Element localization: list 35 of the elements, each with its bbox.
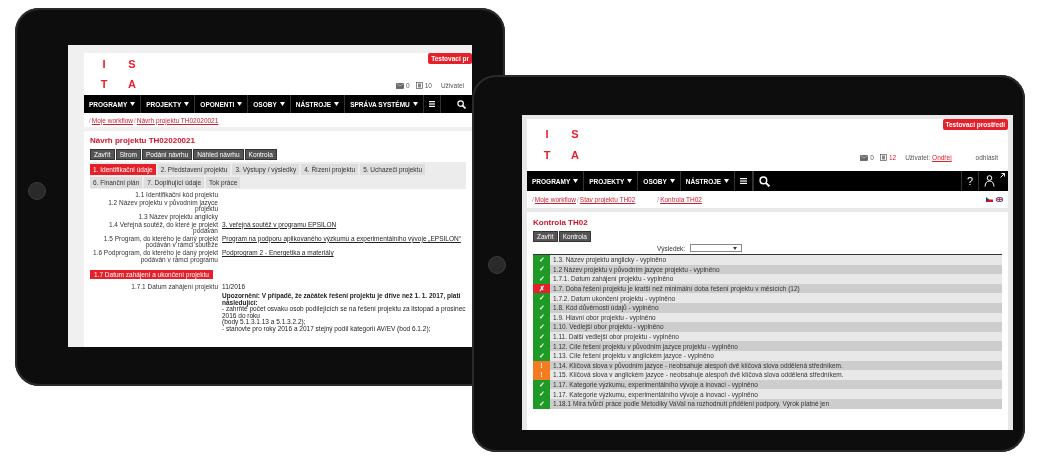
caret-icon (733, 246, 738, 250)
caret-icon[interactable] (130, 102, 136, 106)
search-icon[interactable] (457, 99, 466, 109)
caret-icon[interactable] (627, 179, 633, 183)
page-title: Návrh projektu TH02020021 (90, 136, 196, 145)
logo-letter: A (127, 78, 137, 90)
logo-letter: T (542, 150, 552, 161)
logo-letter: I (544, 129, 550, 140)
logo-letter: S (570, 129, 580, 140)
logo-letter: A (570, 150, 580, 161)
caret-icon[interactable] (724, 179, 730, 183)
caret-icon[interactable] (669, 179, 675, 183)
caret-icon[interactable] (412, 102, 418, 106)
task-list-icon[interactable] (415, 82, 423, 89)
result-dropdown[interactable] (690, 244, 743, 252)
menu-icon[interactable] (740, 178, 748, 184)
logo-letter: I (101, 58, 107, 70)
menu-icon[interactable] (428, 101, 435, 107)
logo-letter: T (99, 78, 109, 90)
logo-letter: S (127, 58, 137, 70)
mail-icon[interactable] (860, 154, 869, 161)
search-icon[interactable] (759, 175, 771, 187)
expand-icon[interactable] (1000, 173, 1005, 178)
mail-icon[interactable] (396, 82, 404, 89)
caret-icon[interactable] (334, 102, 340, 106)
user-icon[interactable] (984, 175, 995, 187)
task-list-icon[interactable] (879, 154, 887, 161)
help-button[interactable]: ? (960, 171, 978, 191)
uk-flag-icon[interactable] (996, 197, 1003, 202)
caret-icon[interactable] (573, 179, 579, 183)
caret-icon[interactable] (184, 102, 190, 106)
caret-icon[interactable] (237, 102, 243, 106)
czech-flag-icon[interactable] (986, 197, 993, 202)
page-title: Kontrola TH02 (533, 218, 589, 227)
caret-icon[interactable] (279, 102, 285, 106)
